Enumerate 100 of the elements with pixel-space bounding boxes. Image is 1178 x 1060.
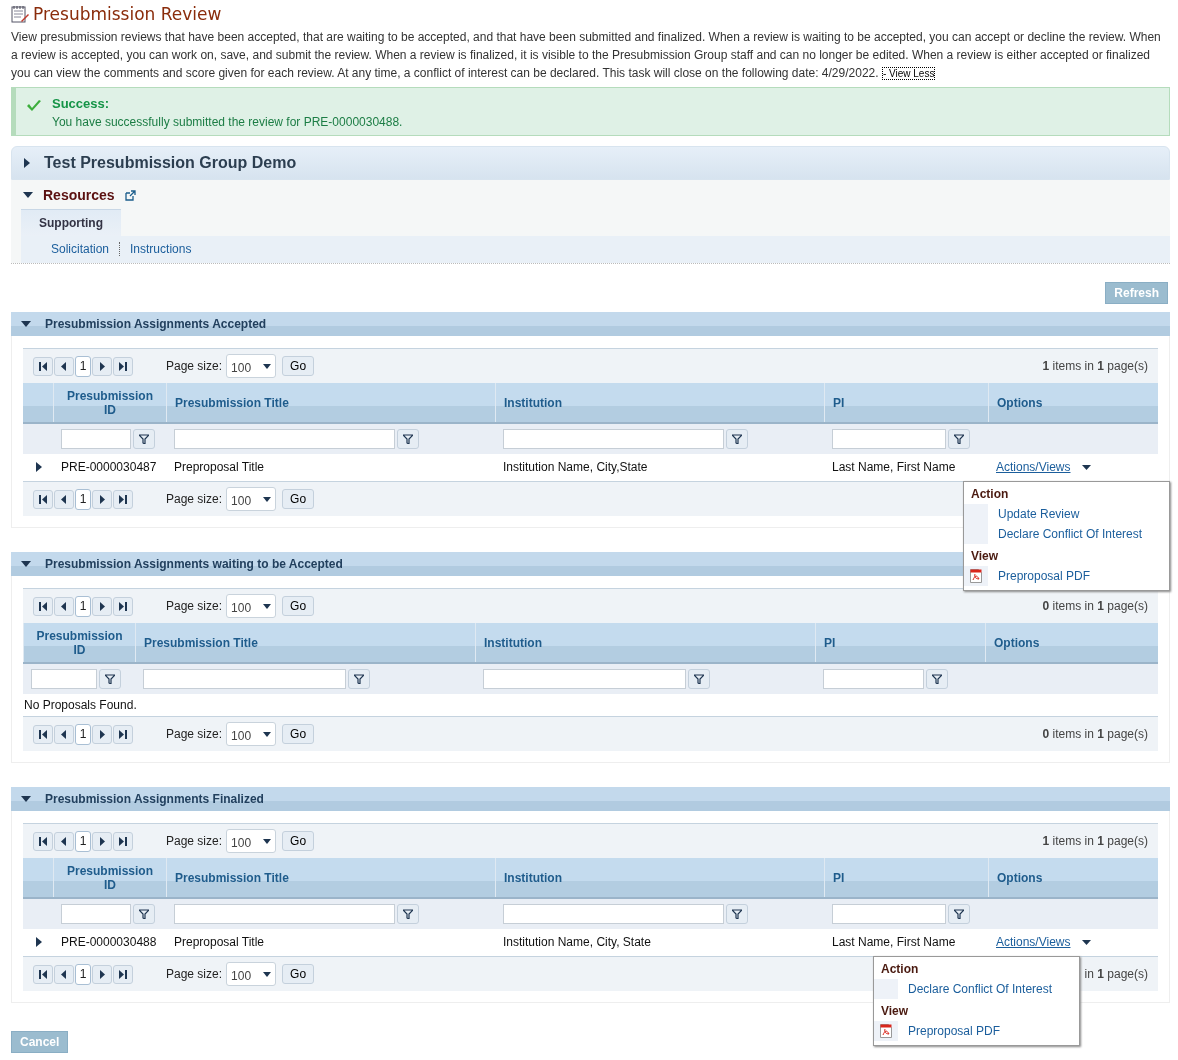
page-size-select[interactable]: 100 bbox=[226, 962, 277, 986]
filter-field[interactable] bbox=[174, 904, 395, 924]
page-size-select[interactable]: 100 bbox=[226, 829, 277, 853]
column-header[interactable]: Institution bbox=[495, 383, 824, 422]
filter-field[interactable] bbox=[61, 904, 131, 924]
go-button[interactable]: Go bbox=[282, 831, 315, 851]
filter-button[interactable] bbox=[726, 429, 748, 449]
previous-page-button[interactable] bbox=[54, 964, 74, 984]
filter-button[interactable] bbox=[397, 904, 419, 924]
filter-field[interactable] bbox=[483, 669, 687, 689]
filter-button[interactable] bbox=[948, 429, 970, 449]
last-page-button[interactable] bbox=[113, 489, 133, 509]
column-header[interactable]: Options bbox=[985, 623, 1158, 662]
go-button[interactable]: Go bbox=[282, 356, 315, 376]
last-page-button[interactable] bbox=[113, 724, 133, 744]
page-number[interactable]: 1 bbox=[75, 355, 91, 377]
column-header[interactable]: Options bbox=[988, 383, 1158, 422]
section-header[interactable]: Presubmission Assignments Accepted bbox=[11, 312, 1170, 336]
column-header[interactable]: PI bbox=[824, 383, 988, 422]
filter-field[interactable] bbox=[503, 429, 724, 449]
previous-page-button[interactable] bbox=[54, 489, 74, 509]
column-header[interactable]: Presubmission ID bbox=[23, 623, 135, 662]
last-page-button[interactable] bbox=[113, 964, 133, 984]
resource-tab[interactable]: Supporting bbox=[21, 209, 121, 236]
first-page-button[interactable] bbox=[33, 356, 53, 376]
actions-views-link[interactable]: Actions/Views bbox=[996, 460, 1071, 474]
first-page-button[interactable] bbox=[33, 489, 53, 509]
filter-button[interactable] bbox=[688, 669, 711, 689]
page-number[interactable]: 1 bbox=[75, 595, 91, 617]
actions-views-link[interactable]: Actions/Views bbox=[996, 935, 1071, 949]
column-header[interactable]: PI bbox=[815, 623, 985, 662]
next-page-button[interactable] bbox=[92, 964, 112, 984]
filter-field[interactable] bbox=[174, 429, 395, 449]
column-header[interactable]: Presubmission Title bbox=[166, 858, 495, 897]
resource-link[interactable]: Instructions bbox=[130, 242, 192, 256]
menu-item[interactable]: Declare Conflict Of Interest bbox=[964, 524, 1169, 544]
resource-link[interactable]: Solicitation bbox=[51, 242, 110, 256]
next-page-button[interactable] bbox=[92, 831, 112, 851]
filter-button[interactable] bbox=[726, 904, 748, 924]
filter-field[interactable] bbox=[61, 429, 131, 449]
previous-page-button[interactable] bbox=[54, 831, 74, 851]
last-page-button[interactable] bbox=[113, 356, 133, 376]
view-less-link[interactable]: - View Less bbox=[881, 67, 936, 80]
filter-field[interactable] bbox=[823, 669, 925, 689]
filter-button[interactable] bbox=[948, 904, 970, 924]
previous-page-button[interactable] bbox=[54, 596, 74, 616]
filter-button[interactable] bbox=[926, 669, 949, 689]
section-header[interactable]: Presubmission Assignments Finalized bbox=[11, 787, 1170, 811]
previous-page-button[interactable] bbox=[54, 356, 74, 376]
filter-button[interactable] bbox=[133, 429, 155, 449]
go-button[interactable]: Go bbox=[282, 489, 315, 509]
next-page-button[interactable] bbox=[92, 489, 112, 509]
next-page-button[interactable] bbox=[92, 596, 112, 616]
filter-button[interactable] bbox=[99, 669, 122, 689]
filter-button[interactable] bbox=[133, 904, 155, 924]
page-size-select[interactable]: 100 bbox=[226, 722, 277, 746]
first-page-button[interactable] bbox=[33, 831, 53, 851]
menu-item[interactable]: Declare Conflict Of Interest bbox=[874, 979, 1079, 999]
menu-item[interactable]: Preproposal PDF bbox=[874, 1021, 1079, 1041]
column-header[interactable]: Institution bbox=[475, 623, 815, 662]
filter-field[interactable] bbox=[503, 904, 724, 924]
group-header[interactable]: Test Presubmission Group Demo bbox=[11, 146, 1170, 180]
next-page-button[interactable] bbox=[92, 356, 112, 376]
menu-item[interactable]: Update Review bbox=[964, 504, 1169, 524]
first-page-button[interactable] bbox=[33, 724, 53, 744]
column-header[interactable]: Presubmission Title bbox=[166, 383, 495, 422]
last-page-button[interactable] bbox=[113, 831, 133, 851]
filter-field[interactable] bbox=[832, 904, 946, 924]
page-size-select[interactable]: 100 bbox=[226, 594, 277, 618]
page-number[interactable]: 1 bbox=[75, 963, 91, 985]
table-cell-text: Preproposal Title bbox=[173, 934, 266, 951]
resources-title[interactable]: Resources bbox=[43, 187, 115, 203]
filter-button[interactable] bbox=[348, 669, 371, 689]
page-size-select[interactable]: 100 bbox=[226, 354, 277, 378]
column-header[interactable]: PI bbox=[824, 858, 988, 897]
last-page-icon bbox=[119, 601, 127, 611]
page-number[interactable]: 1 bbox=[75, 488, 91, 510]
last-page-button[interactable] bbox=[113, 596, 133, 616]
filter-field[interactable] bbox=[143, 669, 347, 689]
first-page-button[interactable] bbox=[33, 596, 53, 616]
filter-button[interactable] bbox=[397, 429, 419, 449]
pagination-info: in 1 page(s) bbox=[1084, 967, 1148, 981]
column-header[interactable]: Options bbox=[988, 858, 1158, 897]
column-header[interactable]: Presubmission Title bbox=[135, 623, 475, 662]
column-header[interactable]: Presubmission ID bbox=[53, 383, 166, 422]
alert-message: You have successfully submitted the review for PRE-0000030488. bbox=[52, 115, 403, 129]
filter-field[interactable] bbox=[31, 669, 98, 689]
go-button[interactable]: Go bbox=[282, 964, 315, 984]
previous-page-button[interactable] bbox=[54, 724, 74, 744]
go-button[interactable]: Go bbox=[282, 724, 315, 744]
page-number[interactable]: 1 bbox=[75, 723, 91, 745]
go-button[interactable]: Go bbox=[282, 596, 315, 616]
page-size-select[interactable]: 100 bbox=[226, 487, 277, 511]
first-page-button[interactable] bbox=[33, 964, 53, 984]
page-number[interactable]: 1 bbox=[75, 830, 91, 852]
column-header[interactable]: Institution bbox=[495, 858, 824, 897]
next-page-button[interactable] bbox=[92, 724, 112, 744]
next-page-icon bbox=[98, 601, 106, 611]
column-header[interactable]: Presubmission ID bbox=[53, 858, 166, 897]
filter-field[interactable] bbox=[832, 429, 946, 449]
